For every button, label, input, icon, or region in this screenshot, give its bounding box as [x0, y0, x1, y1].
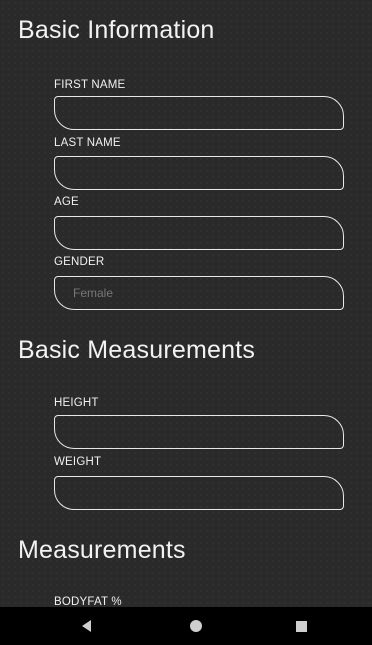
age-field[interactable]: [54, 216, 344, 250]
form-screen: Basic Information FIRST NAME LAST NAME A…: [0, 0, 372, 608]
first-name-field[interactable]: [54, 96, 344, 130]
weight-field[interactable]: [54, 476, 344, 510]
last-name-field[interactable]: [54, 156, 344, 190]
measurements-title: Measurements: [18, 536, 186, 564]
last-name-label: LAST NAME: [54, 137, 121, 149]
gender-select[interactable]: Female: [54, 276, 344, 310]
height-label: HEIGHT: [54, 397, 99, 409]
back-triangle-icon: [81, 620, 91, 632]
recents-button[interactable]: [271, 607, 331, 645]
height-field[interactable]: [54, 415, 344, 449]
basic-measurements-title: Basic Measurements: [18, 336, 256, 364]
system-navigation-bar: [0, 607, 372, 645]
recents-square-icon: [295, 620, 307, 632]
home-button[interactable]: [166, 607, 226, 645]
gender-label: GENDER: [54, 256, 105, 268]
age-label: AGE: [54, 196, 79, 208]
basic-information-title: Basic Information: [18, 16, 215, 44]
first-name-label: FIRST NAME: [54, 79, 126, 91]
home-circle-icon: [190, 620, 202, 632]
back-button[interactable]: [56, 607, 116, 645]
weight-label: WEIGHT: [54, 456, 102, 468]
